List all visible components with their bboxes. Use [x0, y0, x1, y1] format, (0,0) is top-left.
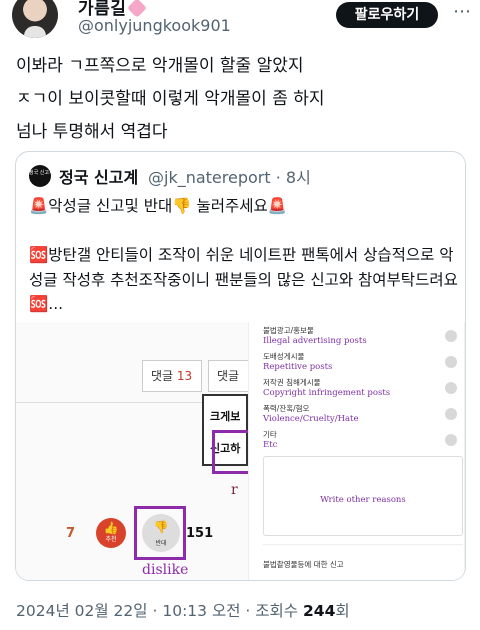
tweet-header: 가름길 @onlyjungkook901 팔로우하기 ⋯: [0, 0, 480, 44]
reason-illegal-ads: 불법광고/홍보물 Illegal advertising posts: [263, 326, 463, 347]
radio-button: [445, 408, 457, 420]
tab-write-comment: 댓글쓰: [208, 360, 250, 413]
meta-separator: ·: [245, 602, 251, 620]
reason-en: Repetitive posts: [263, 362, 333, 372]
reason-copyright: 저작권 침해게시물 Copyright infringement posts: [263, 378, 463, 399]
panel-footer: 불법촬영물등에 대한 신고: [263, 544, 463, 580]
tweet-meta: 2024년 02월 22일 · 10:13 오전 · 조회수 244회: [16, 599, 350, 621]
reason-repetitive: 도배성게시물 Repetitive posts: [263, 352, 463, 373]
author-avatar[interactable]: [12, 0, 58, 38]
tab-comments-count: 13: [176, 369, 193, 383]
reason-violence: 폭력/잔혹/혐오 Violence/Cruelty/Hate: [263, 404, 463, 425]
radio-button: [445, 330, 457, 342]
tweet-date[interactable]: 2024년 02월 22일: [16, 602, 148, 620]
quoted-media-image[interactable]: 댓글 13 댓글쓰 크게보 신고하 r 7 👍추천 👎반대 151 dislik…: [16, 322, 465, 580]
menu-item-enlarge: 크게보: [210, 410, 241, 423]
other-reasons-text: Write other reasons: [320, 495, 406, 505]
reason-en: Violence/Cruelty/Hate: [263, 414, 359, 424]
meta-separator: ·: [152, 602, 158, 620]
reason-en: Copyright infringement posts: [263, 388, 391, 398]
thumbs-down-icon: 👎 반대: [142, 514, 180, 552]
oppose-count: 151: [186, 526, 214, 541]
quoted-author-name[interactable]: 정국 신고계: [59, 164, 138, 188]
reason-ko: 저작권 침해게시물: [263, 378, 321, 387]
more-icon[interactable]: ⋯: [452, 3, 472, 24]
tab-comments: 댓글 13: [142, 360, 202, 392]
radio-button: [445, 434, 457, 446]
author-handle[interactable]: @onlyjungkook901: [78, 16, 231, 35]
footer-label: 불법촬영물등에 대한 신고: [263, 560, 344, 569]
reason-ko: 폭력/잔혹/혐오: [263, 404, 310, 413]
reason-en: Illegal advertising posts: [263, 336, 367, 346]
radio-button: [445, 356, 457, 368]
reason-etc-row: 기타 Etc: [263, 430, 463, 451]
dislike-caption: dislike: [142, 562, 189, 578]
tweet-text: 이봐라 ㄱ프쪽으로 악개몰이 할줄 알았지 ㅈㄱ이 보이콧할때 이렇게 악개몰이…: [16, 56, 325, 142]
quoted-handle-text: @jk_natereport: [148, 168, 271, 187]
views-count: 244: [303, 602, 336, 620]
panel-scrollbar: [464, 322, 465, 580]
follow-button[interactable]: 팔로우하기: [336, 2, 438, 28]
comment-section-screenshot: 댓글 13 댓글쓰 크게보 신고하 r 7 👍추천 👎반대 151 dislik…: [16, 322, 252, 580]
quoted-author-avatar[interactable]: 정국 신고계: [29, 165, 54, 187]
quoted-time: · 8시: [275, 168, 311, 187]
report-reasons-panel: 불법광고/홍보물 Illegal advertising posts 도배성게시물…: [248, 322, 465, 580]
views-unit: 회: [335, 602, 350, 620]
quoted-author-handle: @jk_natereport · 8시: [148, 164, 311, 188]
views-label: 조회수: [255, 602, 299, 620]
recommend-label: 추천: [105, 536, 117, 543]
reason-en: Etc: [263, 440, 278, 450]
radio-button: [445, 382, 457, 394]
recommend-count: 7: [66, 526, 76, 541]
thumbs-up-icon: 👍 추천: [96, 518, 126, 548]
quoted-tweet[interactable]: 정국 신고계 정국 신고계 @jk_natereport · 8시 🚨악성글 신…: [15, 151, 466, 581]
tweet-time[interactable]: 10:13 오전: [162, 602, 240, 620]
reason-ko: 도배성게시물: [263, 352, 305, 361]
reason-ko: 불법광고/홍보물: [263, 326, 314, 335]
highlight-report-box: [212, 430, 252, 474]
oppose-label: 반대: [155, 540, 167, 547]
report-caption: r: [231, 482, 238, 498]
tab-comments-label: 댓글: [151, 369, 174, 383]
reason-ko: 기타: [263, 430, 277, 439]
quoted-tweet-text: 🚨악성글 신고및 반대👎 눌러주세요🚨 🆘방탄갤 안티들이 조작이 쉬운 네이트…: [29, 197, 458, 313]
other-reasons-textarea: Write other reasons: [263, 456, 463, 536]
